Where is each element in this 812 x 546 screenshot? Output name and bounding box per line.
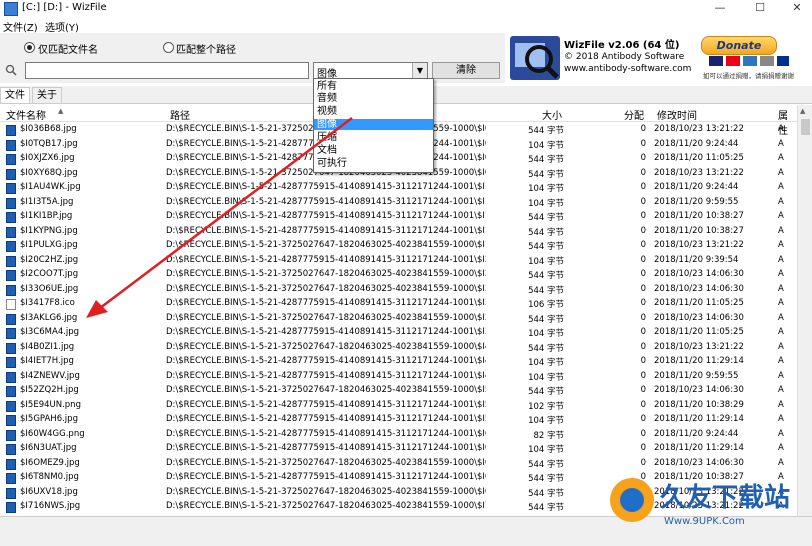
- svg-text:久友下载站: 久友下载站: [660, 483, 790, 513]
- svg-text:Www.9UPK.Com: Www.9UPK.Com: [664, 516, 745, 527]
- red-arrow-annotation: [86, 117, 353, 318]
- site-logo-watermark: 久友下载站 Www.9UPK.Com: [610, 478, 790, 527]
